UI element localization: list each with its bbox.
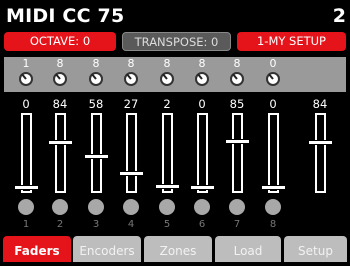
knob-column: 8 xyxy=(225,57,249,86)
fader-handle[interactable] xyxy=(83,153,109,159)
channel-button[interactable] xyxy=(52,199,68,215)
knob-value: 8 xyxy=(198,57,206,70)
fader-handle[interactable] xyxy=(47,140,73,146)
encoder-knob-icon[interactable] xyxy=(266,72,280,86)
encoder-knob-icon[interactable] xyxy=(53,72,67,86)
tab-bar: Faders Encoders Zones Load Setup xyxy=(0,236,350,262)
fader-track[interactable] xyxy=(161,113,173,193)
fader-value: 0 xyxy=(269,97,277,111)
channel-button[interactable] xyxy=(229,199,245,215)
fader-handle[interactable] xyxy=(189,185,215,190)
fader-track[interactable] xyxy=(125,113,137,193)
fader-track[interactable] xyxy=(231,113,243,193)
fader-handle[interactable] xyxy=(118,170,144,176)
channel-number: 3 xyxy=(92,219,100,230)
knob-value: 8 xyxy=(127,57,135,70)
tab-encoders[interactable]: Encoders xyxy=(73,236,141,262)
channel-button[interactable] xyxy=(159,199,175,215)
knob-strip: 1 8 8 8 8 8 8 0 xyxy=(4,57,346,92)
channel-button[interactable] xyxy=(18,199,34,215)
encoder-knob-icon[interactable] xyxy=(124,72,138,86)
channel-button[interactable] xyxy=(123,199,139,215)
setup-select-button[interactable]: 1-MY SETUP xyxy=(237,32,346,51)
tab-zones[interactable]: Zones xyxy=(144,236,212,262)
fader-track[interactable] xyxy=(54,113,66,193)
channel-number: 4 xyxy=(127,219,135,230)
page-number: 2 xyxy=(332,5,346,27)
knob-value: 8 xyxy=(56,57,64,70)
channel-button[interactable] xyxy=(265,199,281,215)
fader-track[interactable] xyxy=(267,113,279,193)
fader-value: 85 xyxy=(229,97,245,111)
fader-handle[interactable] xyxy=(13,185,39,190)
encoder-knob-icon[interactable] xyxy=(89,72,103,86)
knob-column: 8 xyxy=(190,57,214,86)
knob-column: 8 xyxy=(155,57,179,86)
knob-column: 8 xyxy=(48,57,72,86)
encoder-knob-icon[interactable] xyxy=(19,72,33,86)
knob-value: 8 xyxy=(233,57,241,70)
tab-setup[interactable]: Setup xyxy=(284,236,347,262)
channel-number: 7 xyxy=(233,219,241,230)
transpose-button[interactable]: TRANSPOSE: 0 xyxy=(122,32,231,51)
tab-faders[interactable]: Faders xyxy=(3,236,71,262)
fader-handle[interactable] xyxy=(224,139,250,145)
fader-value: 0 xyxy=(198,97,206,111)
fader-handle[interactable] xyxy=(154,183,180,189)
master-fader-track[interactable] xyxy=(314,113,326,193)
channel-number: 2 xyxy=(56,219,64,230)
encoder-knob-icon[interactable] xyxy=(160,72,174,86)
knob-value: 8 xyxy=(163,57,171,70)
master-fader-handle[interactable] xyxy=(307,140,333,146)
fader-value: 84 xyxy=(52,97,68,111)
knob-value: 1 xyxy=(22,57,30,70)
encoder-knob-icon[interactable] xyxy=(230,72,244,86)
fader-track[interactable] xyxy=(20,113,32,193)
page-title: MIDI CC 75 xyxy=(6,5,125,27)
knob-column: 0 xyxy=(261,57,285,86)
fader-value: 2 xyxy=(163,97,171,111)
tab-load[interactable]: Load xyxy=(215,236,281,262)
fader-track[interactable] xyxy=(196,113,208,193)
encoder-knob-icon[interactable] xyxy=(195,72,209,86)
octave-button[interactable]: OCTAVE: 0 xyxy=(4,32,116,51)
knob-value: 8 xyxy=(92,57,100,70)
channel-number: 8 xyxy=(269,219,277,230)
channel-number: 5 xyxy=(163,219,171,230)
channel-button[interactable] xyxy=(194,199,210,215)
fader-value: 58 xyxy=(88,97,104,111)
knob-column: 8 xyxy=(119,57,143,86)
knob-value: 0 xyxy=(269,57,277,70)
channel-number: 6 xyxy=(198,219,206,230)
channel-number: 1 xyxy=(22,219,30,230)
knob-column: 8 xyxy=(84,57,108,86)
knob-column: 1 xyxy=(14,57,38,86)
fader-handle[interactable] xyxy=(260,185,286,190)
master-fader-value: 84 xyxy=(312,97,328,111)
channel-button[interactable] xyxy=(88,199,104,215)
fader-value: 27 xyxy=(123,97,139,111)
fader-value: 0 xyxy=(22,97,30,111)
